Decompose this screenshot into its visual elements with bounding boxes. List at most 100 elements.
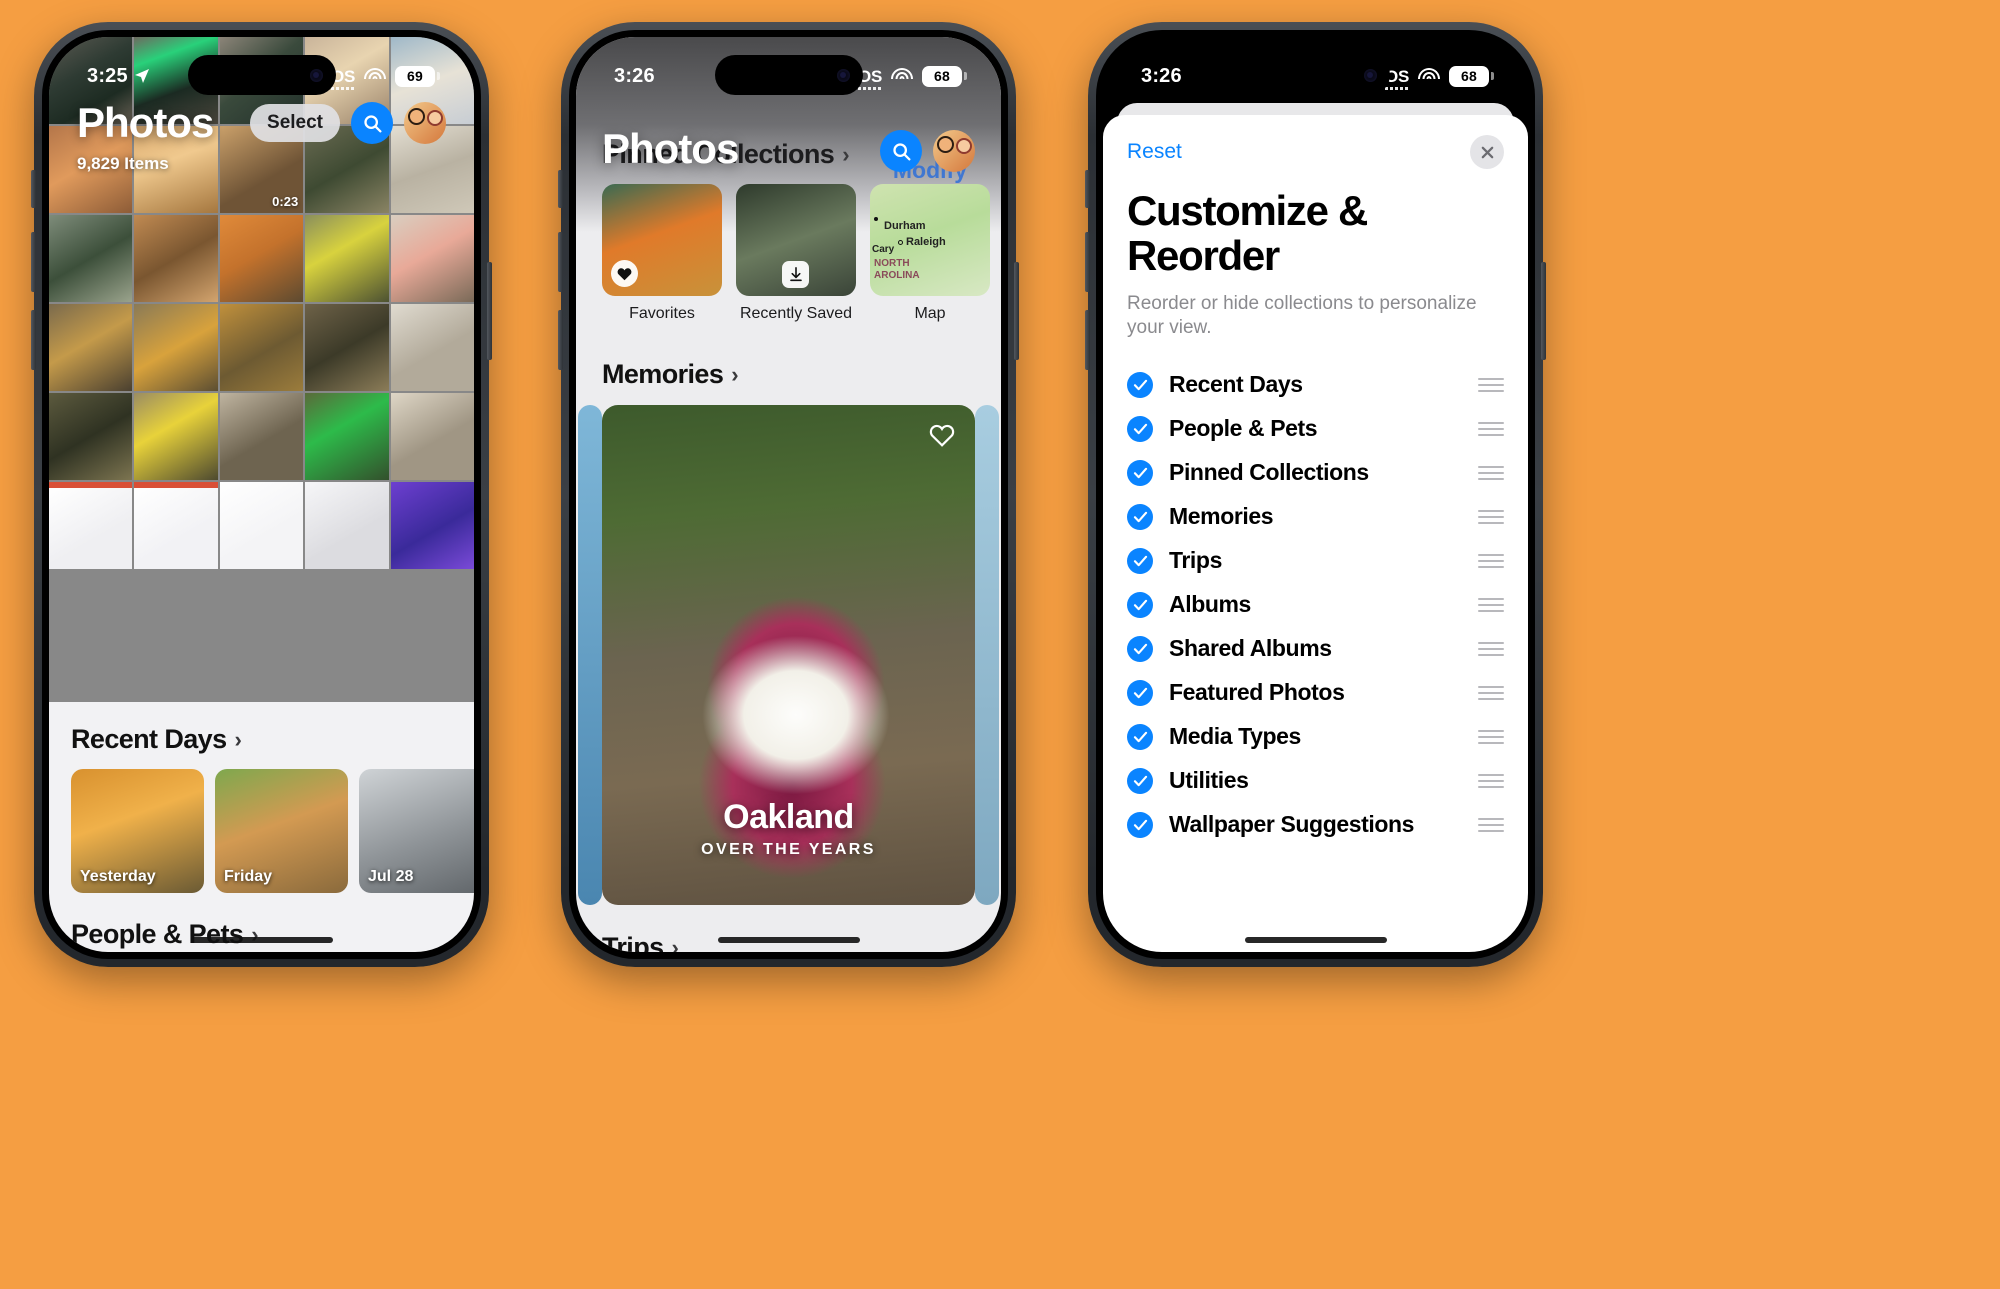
- list-item[interactable]: Media Types: [1127, 715, 1504, 759]
- list-item[interactable]: Utilities: [1127, 759, 1504, 803]
- section-header-recent-days[interactable]: Recent Days ›: [71, 724, 452, 755]
- pinned-item-recently-saved[interactable]: Recently Saved: [736, 184, 856, 323]
- volume-down-button[interactable]: [31, 310, 36, 370]
- power-button[interactable]: [1541, 262, 1546, 360]
- drag-handle-icon[interactable]: [1478, 509, 1504, 524]
- recent-day-card[interactable]: Jul 28: [359, 769, 474, 893]
- checkmark-icon[interactable]: [1127, 767, 1153, 794]
- section-header-memories[interactable]: Memories ›: [602, 359, 739, 390]
- drag-handle-icon[interactable]: [1478, 597, 1504, 612]
- memory-title: Oakland: [723, 798, 854, 836]
- home-indicator[interactable]: [717, 937, 860, 943]
- drag-handle-icon[interactable]: [1478, 377, 1504, 392]
- photo-cell[interactable]: [49, 482, 133, 569]
- drag-handle-icon[interactable]: [1478, 685, 1504, 700]
- photo-cell[interactable]: [49, 215, 133, 302]
- select-button[interactable]: Select: [250, 104, 340, 142]
- search-icon[interactable]: [351, 102, 393, 144]
- avatar[interactable]: [404, 102, 446, 144]
- front-camera-icon: [836, 68, 850, 82]
- heart-outline-icon[interactable]: [929, 423, 955, 452]
- checkmark-icon[interactable]: [1127, 679, 1153, 706]
- drag-handle-icon[interactable]: [1478, 465, 1504, 480]
- checkmark-icon[interactable]: [1127, 503, 1153, 530]
- search-icon[interactable]: [880, 130, 922, 172]
- pinned-item-map[interactable]: Durham Raleigh Cary NORTH AROLINA Map: [870, 184, 990, 323]
- action-button[interactable]: [558, 170, 563, 208]
- memory-card-prev[interactable]: [578, 405, 602, 905]
- status-time: 3:26: [1141, 64, 1182, 87]
- photo-cell[interactable]: [390, 304, 474, 391]
- photo-cell[interactable]: [305, 215, 389, 302]
- photo-cell[interactable]: [219, 304, 304, 391]
- chevron-right-icon: ›: [731, 361, 738, 387]
- volume-down-button[interactable]: [558, 310, 563, 370]
- volume-down-button[interactable]: [1085, 310, 1090, 370]
- photo-cell[interactable]: [305, 393, 389, 480]
- photo-cell[interactable]: [49, 304, 133, 391]
- status-right: SOS 69: [320, 65, 440, 90]
- pinned-item-favorites[interactable]: Favorites: [602, 184, 722, 323]
- checkmark-icon[interactable]: [1127, 591, 1153, 618]
- customize-reorder-sheet: Reset Customize & Reorder Reorder or hid…: [1103, 115, 1528, 952]
- photo-cell[interactable]: [390, 393, 474, 480]
- checkmark-icon[interactable]: [1127, 459, 1153, 486]
- avatar[interactable]: [933, 130, 975, 172]
- section-header-people-pets[interactable]: People & Pets ›: [71, 919, 452, 950]
- drag-handle-icon[interactable]: [1478, 641, 1504, 656]
- photo-cell[interactable]: [305, 482, 389, 569]
- volume-up-button[interactable]: [558, 232, 563, 292]
- photo-cell[interactable]: [49, 393, 133, 480]
- volume-up-button[interactable]: [1085, 232, 1090, 292]
- list-item[interactable]: Wallpaper Suggestions: [1127, 803, 1504, 847]
- checkmark-icon[interactable]: [1127, 547, 1153, 574]
- photo-cell[interactable]: [219, 393, 304, 480]
- recent-day-card[interactable]: Friday: [215, 769, 348, 893]
- drag-handle-icon[interactable]: [1478, 773, 1504, 788]
- photo-cell[interactable]: [219, 215, 304, 302]
- close-icon[interactable]: [1470, 135, 1504, 169]
- checkmark-icon[interactable]: [1127, 415, 1153, 442]
- list-item[interactable]: Trips: [1127, 539, 1504, 583]
- power-button[interactable]: [487, 262, 492, 360]
- drag-handle-icon[interactable]: [1478, 817, 1504, 832]
- photo-cell[interactable]: [134, 304, 218, 391]
- list-item[interactable]: Shared Albums: [1127, 627, 1504, 671]
- drag-handle-icon[interactable]: [1478, 553, 1504, 568]
- photo-cell[interactable]: [305, 304, 389, 391]
- volume-up-button[interactable]: [31, 232, 36, 292]
- photo-cell[interactable]: [390, 482, 474, 569]
- status-right: SOS 68: [847, 65, 967, 90]
- list-item[interactable]: Memories: [1127, 495, 1504, 539]
- drag-handle-icon[interactable]: [1478, 729, 1504, 744]
- list-item[interactable]: Featured Photos: [1127, 671, 1504, 715]
- photo-cell[interactable]: [390, 215, 474, 302]
- list-item[interactable]: Pinned Collections: [1127, 451, 1504, 495]
- power-button[interactable]: [1014, 262, 1019, 360]
- photo-cell[interactable]: [219, 482, 304, 569]
- list-item[interactable]: Recent Days: [1127, 363, 1504, 407]
- home-indicator[interactable]: [1244, 937, 1387, 943]
- photo-cell[interactable]: [134, 215, 218, 302]
- home-indicator[interactable]: [190, 937, 333, 943]
- drag-handle-icon[interactable]: [1478, 421, 1504, 436]
- memory-card[interactable]: Oakland OVER THE YEARS: [602, 405, 975, 905]
- checkmark-icon[interactable]: [1127, 723, 1153, 750]
- recent-days-row[interactable]: Yesterday Friday Jul 28: [71, 769, 474, 893]
- pinned-caption: Map: [914, 305, 946, 322]
- photo-cell[interactable]: [134, 482, 218, 569]
- photo-cell[interactable]: [134, 393, 218, 480]
- recent-day-card[interactable]: Yesterday: [71, 769, 204, 893]
- section-header-trips[interactable]: Trips ›: [602, 932, 679, 952]
- memory-card-next[interactable]: [975, 405, 999, 905]
- checkmark-icon[interactable]: [1127, 635, 1153, 662]
- page-title: Customize & Reorder: [1127, 187, 1368, 279]
- checkmark-icon[interactable]: [1127, 811, 1153, 838]
- list-item[interactable]: Albums: [1127, 583, 1504, 627]
- list-item[interactable]: People & Pets: [1127, 407, 1504, 451]
- action-button[interactable]: [1085, 170, 1090, 208]
- checkmark-icon[interactable]: [1127, 371, 1153, 398]
- action-button[interactable]: [31, 170, 36, 208]
- list-item-label: Recent Days: [1169, 371, 1303, 398]
- reset-button[interactable]: Reset: [1127, 140, 1182, 164]
